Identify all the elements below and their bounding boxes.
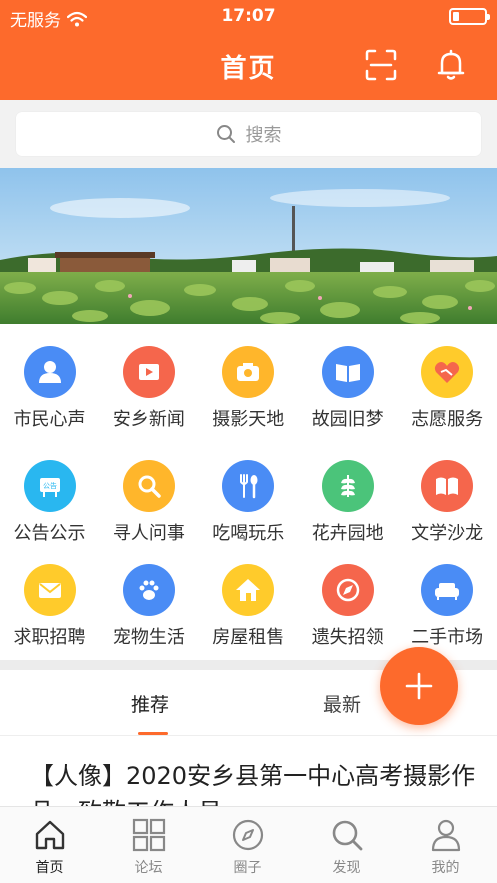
home-icon: [35, 820, 64, 850]
category-label: 遗失招领: [311, 627, 384, 648]
category-label: 房屋租售: [212, 627, 285, 648]
compass-icon: [232, 819, 263, 851]
category-item[interactable]: 志愿服务: [398, 346, 497, 431]
search-section: 搜索: [0, 100, 497, 168]
category-item[interactable]: 寻人问事: [99, 460, 198, 545]
category-item[interactable]: 文学沙龙: [398, 460, 497, 545]
house-icon: [222, 564, 275, 616]
category-label: 故园旧梦: [311, 409, 384, 430]
category-item[interactable]: 故园旧梦: [298, 346, 397, 431]
add-post-button[interactable]: [380, 647, 458, 725]
article-item[interactable]: 【人像】2020安乡县第一中心高考摄影作品，致敬工作人员: [0, 736, 497, 806]
category-item[interactable]: 求职招聘: [0, 564, 99, 649]
nav-circle-label: 圈子: [233, 860, 262, 876]
svg-text:公告: 公告: [43, 481, 57, 490]
category-item[interactable]: 吃喝玩乐: [199, 460, 298, 545]
banner-landscape: [0, 168, 497, 324]
fork-spoon-icon: [222, 460, 275, 512]
nav-discover-label: 发现: [332, 860, 361, 876]
envelope-icon: [23, 564, 76, 616]
nav-forum-label: 论坛: [134, 860, 163, 876]
plus-icon: [405, 672, 433, 700]
category-item[interactable]: 安乡新闻: [99, 346, 198, 431]
tab-recommend[interactable]: 推荐: [131, 690, 169, 717]
sofa-icon: [421, 564, 474, 616]
nav-me-label: 我的: [431, 860, 460, 876]
search-icon: [332, 820, 362, 851]
bottom-nav: 首页 论坛 圈子 发现 我的: [0, 806, 497, 883]
active-tab-indicator: [138, 732, 168, 735]
camera-icon: [222, 346, 275, 398]
category-label: 安乡新闻: [112, 409, 185, 430]
category-label: 寻人问事: [112, 523, 185, 544]
battery-icon: [449, 8, 490, 25]
notification-button[interactable]: [432, 46, 470, 84]
category-label: 花卉园地: [311, 523, 384, 544]
category-item[interactable]: 房屋租售: [199, 564, 298, 649]
category-label: 文学沙龙: [411, 523, 484, 544]
category-grid: 市民心声 安乡新闻 摄影天地 故园旧梦 志愿服务 公告 公告公示 寻人问事 吃喝玩乐 花卉园地 文学…: [0, 324, 497, 660]
category-item[interactable]: 遗失招领: [298, 564, 397, 649]
paw-icon: [122, 564, 175, 616]
category-label: 吃喝玩乐: [212, 523, 285, 544]
nav-me[interactable]: 我的: [396, 817, 495, 877]
magnifier-icon: [122, 460, 175, 512]
category-label: 志愿服务: [411, 409, 484, 430]
category-label: 公告公示: [13, 523, 86, 544]
status-bar: 无服务 17:07: [0, 0, 497, 34]
banner-image[interactable]: [0, 168, 497, 324]
category-label: 宠物生活: [112, 627, 185, 648]
book-open-icon: [321, 346, 374, 398]
handshake-heart-icon: [421, 346, 474, 398]
person-icon: [23, 346, 76, 398]
category-item[interactable]: 公告 公告公示: [0, 460, 99, 545]
category-label: 二手市场: [411, 627, 484, 648]
grid-icon: [132, 818, 165, 852]
scan-button[interactable]: [362, 46, 400, 84]
nav-forum[interactable]: 论坛: [99, 817, 198, 877]
user-icon: [431, 819, 460, 852]
category-item[interactable]: 二手市场: [398, 564, 497, 649]
scan-icon: [365, 49, 397, 81]
battery-level: [453, 12, 459, 21]
compass-icon: [321, 564, 374, 616]
category-item[interactable]: 花卉园地: [298, 460, 397, 545]
article-title: 【人像】2020安乡县第一中心高考摄影作品，致敬工作人员: [30, 762, 476, 806]
nav-discover[interactable]: 发现: [297, 817, 396, 877]
nav-home-label: 首页: [35, 860, 64, 876]
search-bar[interactable]: 搜索: [16, 112, 481, 156]
clock: 17:07: [221, 6, 276, 26]
category-label: 市民心声: [13, 409, 86, 430]
leaf-icon: [321, 460, 374, 512]
nav-home[interactable]: 首页: [0, 817, 99, 877]
category-item[interactable]: 宠物生活: [99, 564, 198, 649]
category-item[interactable]: 摄影天地: [199, 346, 298, 431]
video-icon: [122, 346, 175, 398]
top-header: 无服务 17:07 首页: [0, 0, 497, 100]
category-item[interactable]: 市民心声: [0, 346, 99, 431]
book-icon: [421, 460, 474, 512]
search-icon: [216, 125, 235, 143]
bell-icon: [437, 49, 465, 80]
notice-board-icon: 公告: [23, 460, 76, 512]
category-label: 求职招聘: [13, 627, 86, 648]
category-label: 摄影天地: [212, 409, 285, 430]
nav-circle[interactable]: 圈子: [198, 817, 297, 877]
search-placeholder: 搜索: [245, 125, 282, 146]
page-title: 首页: [220, 54, 277, 84]
tab-latest[interactable]: 最新: [323, 690, 361, 717]
